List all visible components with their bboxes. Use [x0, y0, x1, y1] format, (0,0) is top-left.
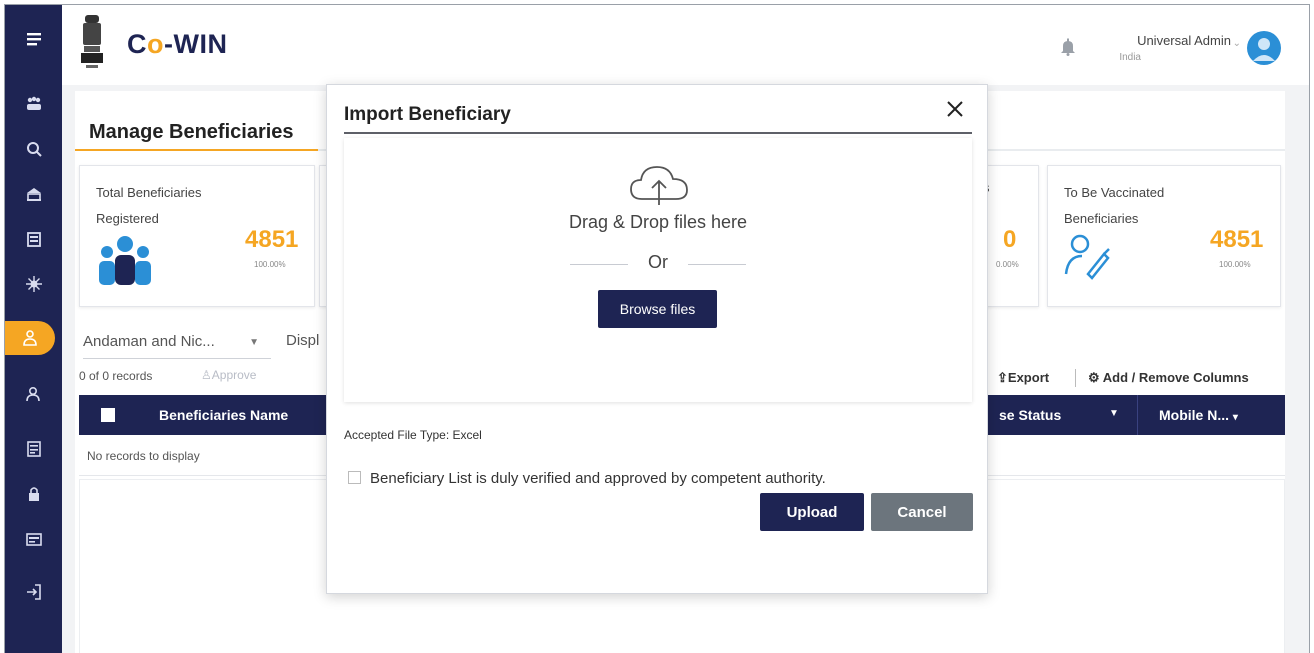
- column-header-mobile[interactable]: Mobile N... ▾: [1159, 407, 1238, 423]
- caret-down-icon: ▼: [249, 337, 259, 348]
- export-button[interactable]: ⇪Export: [997, 370, 1049, 386]
- or-divider-right: [688, 264, 746, 265]
- center-icon[interactable]: [5, 177, 62, 211]
- stat-percent: 100.00%: [1219, 260, 1251, 269]
- export-icon: ⇪: [997, 370, 1008, 385]
- beneficiaries-icon[interactable]: [5, 321, 55, 355]
- upload-button[interactable]: Upload: [760, 493, 864, 531]
- toolbar-divider: [1075, 369, 1076, 387]
- browse-files-button[interactable]: Browse files: [598, 290, 717, 328]
- filter-icon[interactable]: ▼: [1109, 408, 1119, 419]
- drag-drop-text: Drag & Drop files here: [568, 212, 748, 232]
- modal-divider: [344, 132, 972, 134]
- dashboard-icon[interactable]: [5, 87, 62, 121]
- cancel-button[interactable]: Cancel: [871, 493, 973, 531]
- avatar[interactable]: [1247, 31, 1281, 65]
- select-all-checkbox[interactable]: [101, 408, 115, 422]
- gear-icon: ⚙: [1088, 370, 1100, 385]
- stat-label: Total Beneficiaries Registered: [96, 185, 202, 226]
- stat-value: 0: [1003, 226, 1017, 253]
- import-beneficiary-modal: Import Beneficiary Drag & Drop files her…: [326, 84, 988, 594]
- consent-label: Beneficiary List is duly verified and ap…: [370, 470, 826, 487]
- app-frame: Co-WIN Universal Admin ⌄ India Manage Be…: [4, 4, 1310, 653]
- vaccine-icon[interactable]: [5, 132, 62, 166]
- approve-user-icon: ♙: [201, 368, 212, 382]
- stat-card-to-be-vaccinated: To Be Vaccinated Beneficiaries 4851 100.0…: [1047, 165, 1281, 307]
- stat-percent: 0.00%: [996, 260, 1019, 269]
- avatar-icon: [1253, 38, 1275, 61]
- top-header: Co-WIN Universal Admin ⌄ India: [62, 5, 1309, 85]
- lock-icon[interactable]: [5, 477, 62, 511]
- card-icon[interactable]: [5, 522, 62, 556]
- stat-value: 4851: [245, 226, 299, 253]
- people-group-icon: [99, 236, 151, 285]
- report-icon[interactable]: [5, 432, 62, 466]
- bell-icon[interactable]: [1060, 38, 1076, 56]
- display-filter[interactable]: Displ: [286, 332, 319, 349]
- vaccinate-user-icon: [1064, 234, 1110, 280]
- column-header-name[interactable]: Beneficiaries Name: [159, 407, 288, 423]
- caret-down-icon: ▾: [1232, 412, 1238, 423]
- page-title: Manage Beneficiaries: [89, 121, 294, 143]
- approve-button[interactable]: ♙Approve: [201, 368, 256, 382]
- menu-icon[interactable]: [5, 22, 62, 56]
- or-text: Or: [648, 252, 668, 272]
- empty-message: No records to display: [87, 449, 200, 463]
- session-icon[interactable]: [5, 222, 62, 256]
- cowin-brand[interactable]: Co-WIN: [127, 29, 227, 60]
- cloud-upload-icon: [630, 166, 688, 205]
- stat-value: 4851: [1210, 226, 1264, 253]
- national-emblem-logo: [81, 15, 103, 68]
- virus-icon[interactable]: [5, 267, 62, 301]
- stat-card-total-registered: Total Beneficiaries Registered 4851 100.0…: [79, 165, 315, 307]
- consent-checkbox[interactable]: [348, 471, 361, 484]
- user-name[interactable]: Universal Admin: [1137, 33, 1231, 48]
- close-icon[interactable]: [943, 97, 967, 121]
- column-divider: [1137, 395, 1138, 435]
- records-count: 0 of 0 records: [79, 369, 153, 383]
- accepted-file-type: Accepted File Type: Excel: [344, 428, 482, 442]
- state-select[interactable]: Andaman and Nic... ▼: [83, 327, 271, 359]
- modal-title: Import Beneficiary: [344, 104, 511, 125]
- file-dropzone[interactable]: Drag & Drop files here Or Browse files: [344, 138, 972, 402]
- logout-icon[interactable]: [5, 575, 62, 609]
- column-header-status[interactable]: se Status: [999, 407, 1061, 423]
- sidebar: [5, 5, 62, 653]
- user-icon[interactable]: [5, 377, 62, 411]
- chevron-down-icon[interactable]: ⌄: [1233, 38, 1241, 49]
- user-country: India: [1119, 52, 1141, 63]
- stat-label: To Be Vaccinated Beneficiaries: [1064, 185, 1165, 226]
- stat-percent: 100.00%: [254, 260, 286, 269]
- add-remove-columns-button[interactable]: ⚙ Add / Remove Columns: [1088, 370, 1249, 386]
